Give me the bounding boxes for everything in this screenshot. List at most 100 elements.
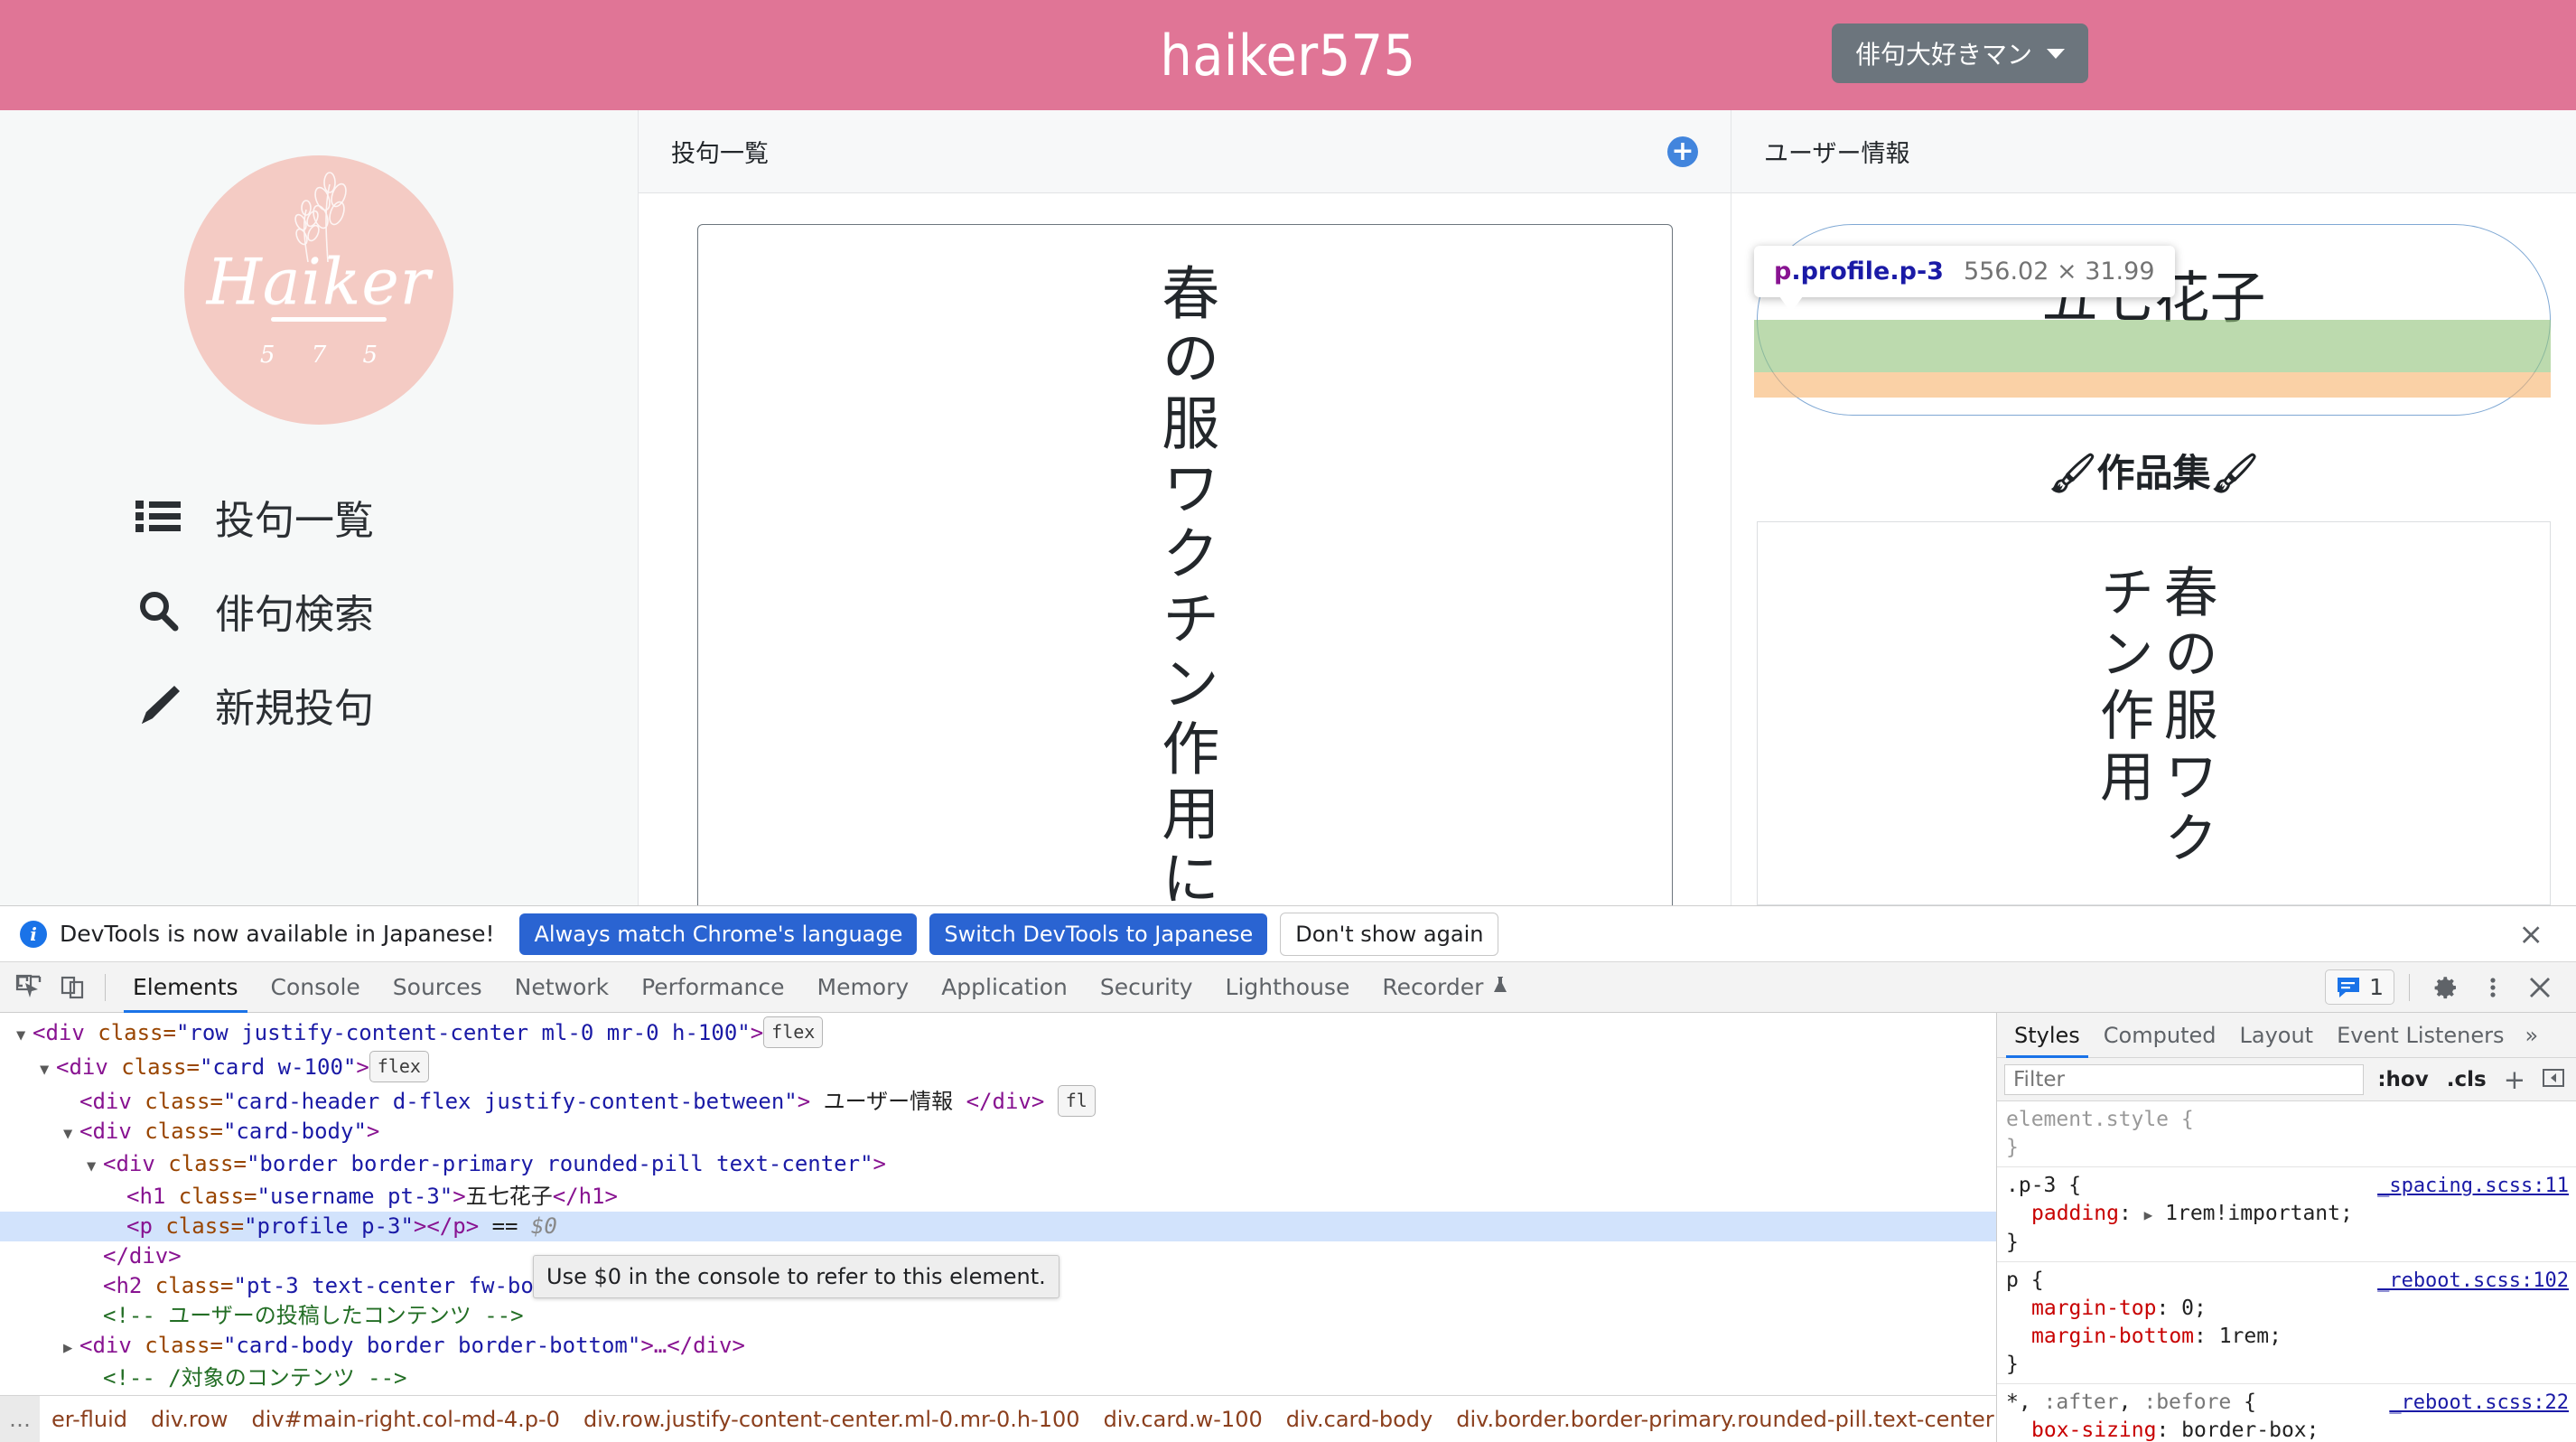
dom-tree-row[interactable]: ▼ <div class="row justify-content-center …	[0, 1016, 1996, 1051]
tab-styles[interactable]: Styles	[2002, 1013, 2092, 1058]
tab-computed[interactable]: Computed	[2092, 1013, 2228, 1058]
tab-lighthouse[interactable]: Lighthouse	[1209, 962, 1367, 1013]
breadcrumb-item[interactable]: div.border.border-primary.rounded-pill.t…	[1444, 1396, 1996, 1442]
tab-security[interactable]: Security	[1084, 962, 1209, 1013]
styles-pane: Styles Computed Layout Event Listeners »…	[1996, 1013, 2576, 1442]
dom-tree-row[interactable]: <!-- ユーザーの投稿したコンテンツ -->	[0, 1301, 1996, 1331]
hover-state-button[interactable]: :hov	[2373, 1068, 2432, 1091]
style-declaration[interactable]: margin-top: 0;	[2006, 1295, 2576, 1323]
wheat-icon	[294, 172, 347, 263]
style-rule[interactable]: *, :after, :before {_reboot.scss:22 box-s…	[1997, 1384, 2576, 1442]
always-match-language-button[interactable]: Always match Chrome's language	[519, 913, 918, 955]
dom-token: class=	[178, 1184, 257, 1209]
disclosure-triangle-icon[interactable]: ▶	[63, 1334, 79, 1363]
dom-token: class=	[154, 1273, 234, 1298]
sidebar-item-label: 俳句検索	[215, 592, 374, 638]
works-title: 🖌作品集🖌	[2049, 451, 2259, 495]
tab-event-listeners[interactable]: Event Listeners	[2325, 1013, 2515, 1058]
panel-toggle-icon[interactable]	[2538, 1064, 2569, 1095]
dom-token: 五七花子	[465, 1184, 553, 1209]
tab-performance[interactable]: Performance	[625, 962, 800, 1013]
tab-application[interactable]: Application	[925, 962, 1084, 1013]
style-rule[interactable]: p {_reboot.scss:102 margin-top: 0; margin-…	[1997, 1262, 2576, 1384]
switch-to-japanese-button[interactable]: Switch DevTools to Japanese	[929, 913, 1268, 955]
sidebar-item-new-post[interactable]: 新規投句	[134, 676, 638, 734]
dom-token: ユーザー情報	[823, 1089, 966, 1114]
style-declaration[interactable]: padding: ▶ 1rem!important;	[2006, 1200, 2576, 1229]
style-rule-selector[interactable]: element.style {	[2006, 1106, 2576, 1134]
dom-tree-row[interactable]: ▼ <div class="card-body">	[0, 1117, 1996, 1149]
dom-tree-row[interactable]: ▶ <div class="card-body border border-bot…	[0, 1331, 1996, 1363]
dom-token: "username pt-3"	[257, 1184, 453, 1209]
devtools-main: ▼ <div class="row justify-content-center …	[0, 1013, 2576, 1442]
breadcrumb-item[interactable]: er-fluid	[40, 1396, 139, 1442]
dom-breadcrumb[interactable]: … er-fluid div.row div#main-right.col-md-4.…	[0, 1395, 1996, 1442]
user-menu-button[interactable]: 俳句大好きマン	[1831, 23, 2088, 83]
tab-network[interactable]: Network	[499, 962, 625, 1013]
sidebar-item-post-list[interactable]: 投句一覧	[134, 488, 638, 546]
dom-token: class=	[145, 1333, 223, 1358]
tab-elements[interactable]: Elements	[117, 962, 255, 1013]
breadcrumb-item[interactable]: div.card.w-100	[1092, 1396, 1274, 1442]
new-style-rule-button[interactable]: +	[2500, 1064, 2529, 1095]
works-haiku-text: 春の服ワクチン作用	[2090, 564, 2218, 871]
dom-token: >…</div>	[640, 1333, 745, 1358]
tab-console[interactable]: Console	[255, 962, 377, 1013]
dom-tree-row[interactable]: <p class="profile p-3"></p> == $0	[0, 1212, 1996, 1241]
haiku-card[interactable]: 春の服ワクチン作用に汗み	[696, 224, 1673, 905]
style-rule-source-link[interactable]: _reboot.scss:22	[2389, 1389, 2569, 1417]
tab-recorder[interactable]: Recorder	[1366, 962, 1526, 1013]
elements-dom-pane: ▼ <div class="row justify-content-center …	[0, 1013, 1996, 1442]
breadcrumb-item[interactable]: div.row.justify-content-center.ml-0.mr-0…	[572, 1396, 1092, 1442]
tab-memory[interactable]: Memory	[801, 962, 926, 1013]
sidebar-item-haiku-search[interactable]: 俳句検索	[134, 582, 638, 640]
close-icon[interactable]: ×	[2506, 919, 2556, 949]
style-declaration[interactable]: box-sizing: border-box;	[2006, 1417, 2576, 1442]
styles-rules-list[interactable]: element.style {} .p-3 {_spacing.scss:11 pa…	[1997, 1101, 2576, 1442]
disclosure-triangle-icon[interactable]: ▼	[63, 1119, 79, 1149]
logo-underline	[271, 316, 387, 322]
dom-tree-row[interactable]: ▼ <div class="card w-100"> flex	[0, 1051, 1996, 1085]
close-icon[interactable]	[2518, 966, 2562, 1009]
style-rule-source-link[interactable]: _spacing.scss:11	[2377, 1172, 2569, 1200]
disclosure-triangle-icon[interactable]: ▼	[87, 1152, 103, 1182]
dom-tree-row[interactable]: </div>	[0, 1393, 1996, 1395]
kebab-menu-icon[interactable]	[2471, 966, 2515, 1009]
tab-sources[interactable]: Sources	[377, 962, 499, 1013]
more-tabs-icon[interactable]: »	[2516, 1023, 2548, 1048]
breadcrumb-overflow[interactable]: …	[0, 1396, 40, 1442]
style-rule-source-link[interactable]: _reboot.scss:102	[2377, 1267, 2569, 1295]
profile-paragraph[interactable]	[1758, 333, 2550, 388]
breadcrumb-item[interactable]: div.card-body	[1274, 1396, 1444, 1442]
plus-circle-icon[interactable]: +	[1667, 136, 1698, 167]
dom-tree-row[interactable]: <h1 class="username pt-3">五七花子</h1>	[0, 1182, 1996, 1212]
inspector-tooltip: p.profile.p-3 556.02 × 31.99	[1754, 246, 2175, 313]
dom-tree-row[interactable]: <div class="card-header d-flex justify-c…	[0, 1085, 1996, 1117]
dom-token: <!-- /対象のコンテンツ -->	[103, 1365, 407, 1390]
devtools-language-infobar: i DevTools is now available in Japanese!…	[0, 906, 2576, 962]
disclosure-triangle-icon[interactable]: ▼	[40, 1055, 56, 1085]
works-card[interactable]: 春の服ワクチン作用	[1757, 521, 2551, 905]
dom-token: class=	[145, 1089, 223, 1114]
disclosure-triangle-icon[interactable]: ▼	[16, 1021, 33, 1051]
dom-token: </div>	[103, 1243, 182, 1269]
style-declaration[interactable]: margin-bottom: 1rem;	[2006, 1323, 2576, 1351]
sidebar-item-label: 投句一覧	[215, 498, 374, 544]
gear-icon[interactable]	[2424, 966, 2468, 1009]
styles-filter-input[interactable]	[2004, 1063, 2365, 1095]
dom-tree[interactable]: ▼ <div class="row justify-content-center …	[0, 1013, 1996, 1395]
dom-tree-row[interactable]: ▼ <div class="border border-primary round…	[0, 1149, 1996, 1182]
pen-icon	[134, 680, 182, 729]
breadcrumb-item[interactable]: div#main-right.col-md-4.p-0	[240, 1396, 572, 1442]
device-toolbar-icon[interactable]	[51, 966, 94, 1009]
messages-badge[interactable]: 1	[2325, 969, 2394, 1005]
style-rule[interactable]: .p-3 {_spacing.scss:11 padding: ▶ 1rem!im…	[1997, 1167, 2576, 1262]
inspect-cursor-icon[interactable]	[7, 966, 51, 1009]
breadcrumb-item[interactable]: div.row	[139, 1396, 240, 1442]
expand-triangle-icon[interactable]: ▶	[2144, 1201, 2153, 1229]
class-editor-button[interactable]: .cls	[2442, 1068, 2491, 1091]
dom-tree-row[interactable]: <!-- /対象のコンテンツ -->	[0, 1363, 1996, 1393]
style-rule[interactable]: element.style {}	[1997, 1101, 2576, 1167]
tab-layout[interactable]: Layout	[2227, 1013, 2325, 1058]
dont-show-again-button[interactable]: Don't show again	[1280, 912, 1499, 956]
